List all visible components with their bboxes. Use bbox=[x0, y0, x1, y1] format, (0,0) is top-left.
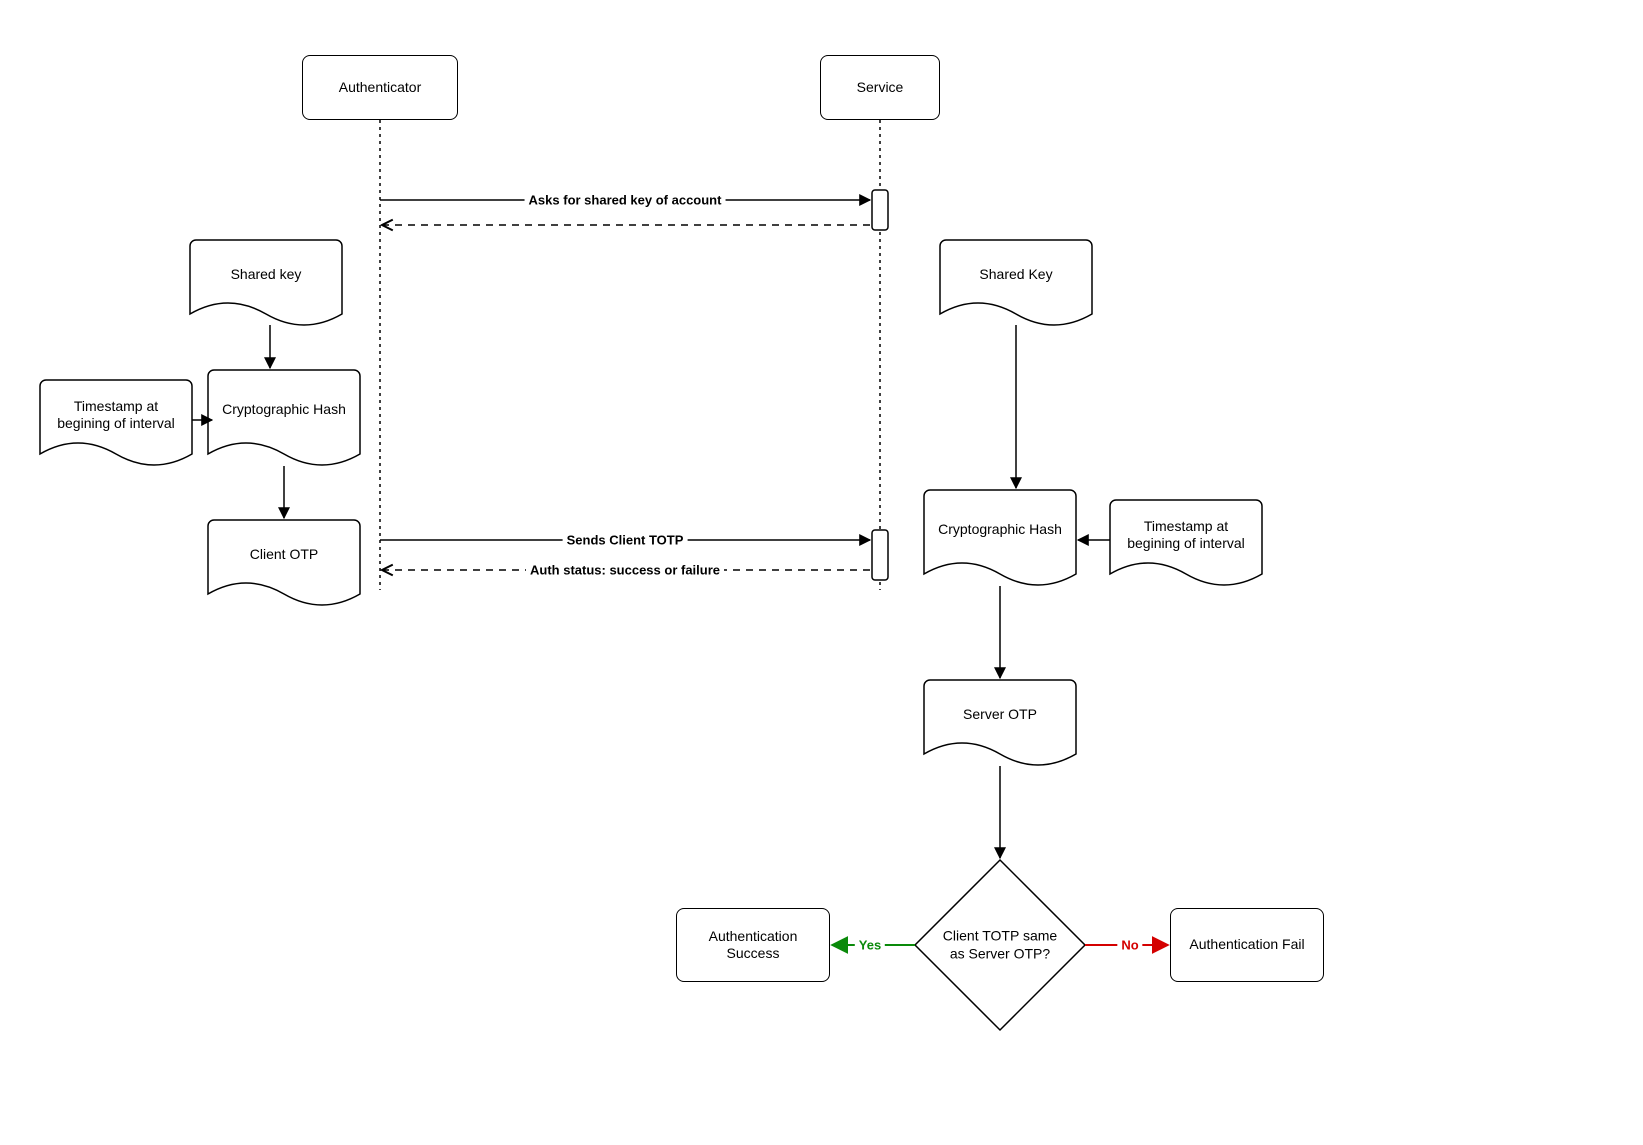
authenticator-label: Authenticator bbox=[339, 79, 422, 97]
label-ask-key: Asks for shared key of account bbox=[525, 193, 726, 208]
decision-text: Client TOTP same as Server OTP? bbox=[940, 928, 1060, 963]
server-shared-key-text: Shared Key bbox=[940, 240, 1092, 310]
diagram-canvas: Authenticator Service Authentication Suc… bbox=[0, 0, 1643, 1145]
service-activation-2 bbox=[872, 530, 888, 580]
auth-success-label: Authentication Success bbox=[683, 928, 823, 963]
server-otp-text: Server OTP bbox=[924, 680, 1076, 750]
auth-fail-label: Authentication Fail bbox=[1189, 936, 1304, 954]
service-box: Service bbox=[820, 55, 940, 120]
server-hash-text: Cryptographic Hash bbox=[924, 490, 1076, 570]
label-send-totp: Sends Client TOTP bbox=[563, 533, 688, 548]
server-timestamp-text: Timestamp at begining of interval bbox=[1110, 500, 1262, 570]
auth-fail-box: Authentication Fail bbox=[1170, 908, 1324, 982]
client-shared-key-text: Shared key bbox=[190, 240, 342, 310]
label-auth-status: Auth status: success or failure bbox=[526, 563, 724, 578]
client-hash-text: Cryptographic Hash bbox=[208, 370, 360, 450]
service-activation-1 bbox=[872, 190, 888, 230]
authenticator-box: Authenticator bbox=[302, 55, 458, 120]
client-otp-text: Client OTP bbox=[208, 520, 360, 590]
service-label: Service bbox=[857, 79, 904, 97]
auth-success-box: Authentication Success bbox=[676, 908, 830, 982]
client-timestamp-text: Timestamp at begining of interval bbox=[40, 380, 192, 450]
label-no: No bbox=[1117, 938, 1142, 953]
label-yes: Yes bbox=[855, 938, 885, 953]
